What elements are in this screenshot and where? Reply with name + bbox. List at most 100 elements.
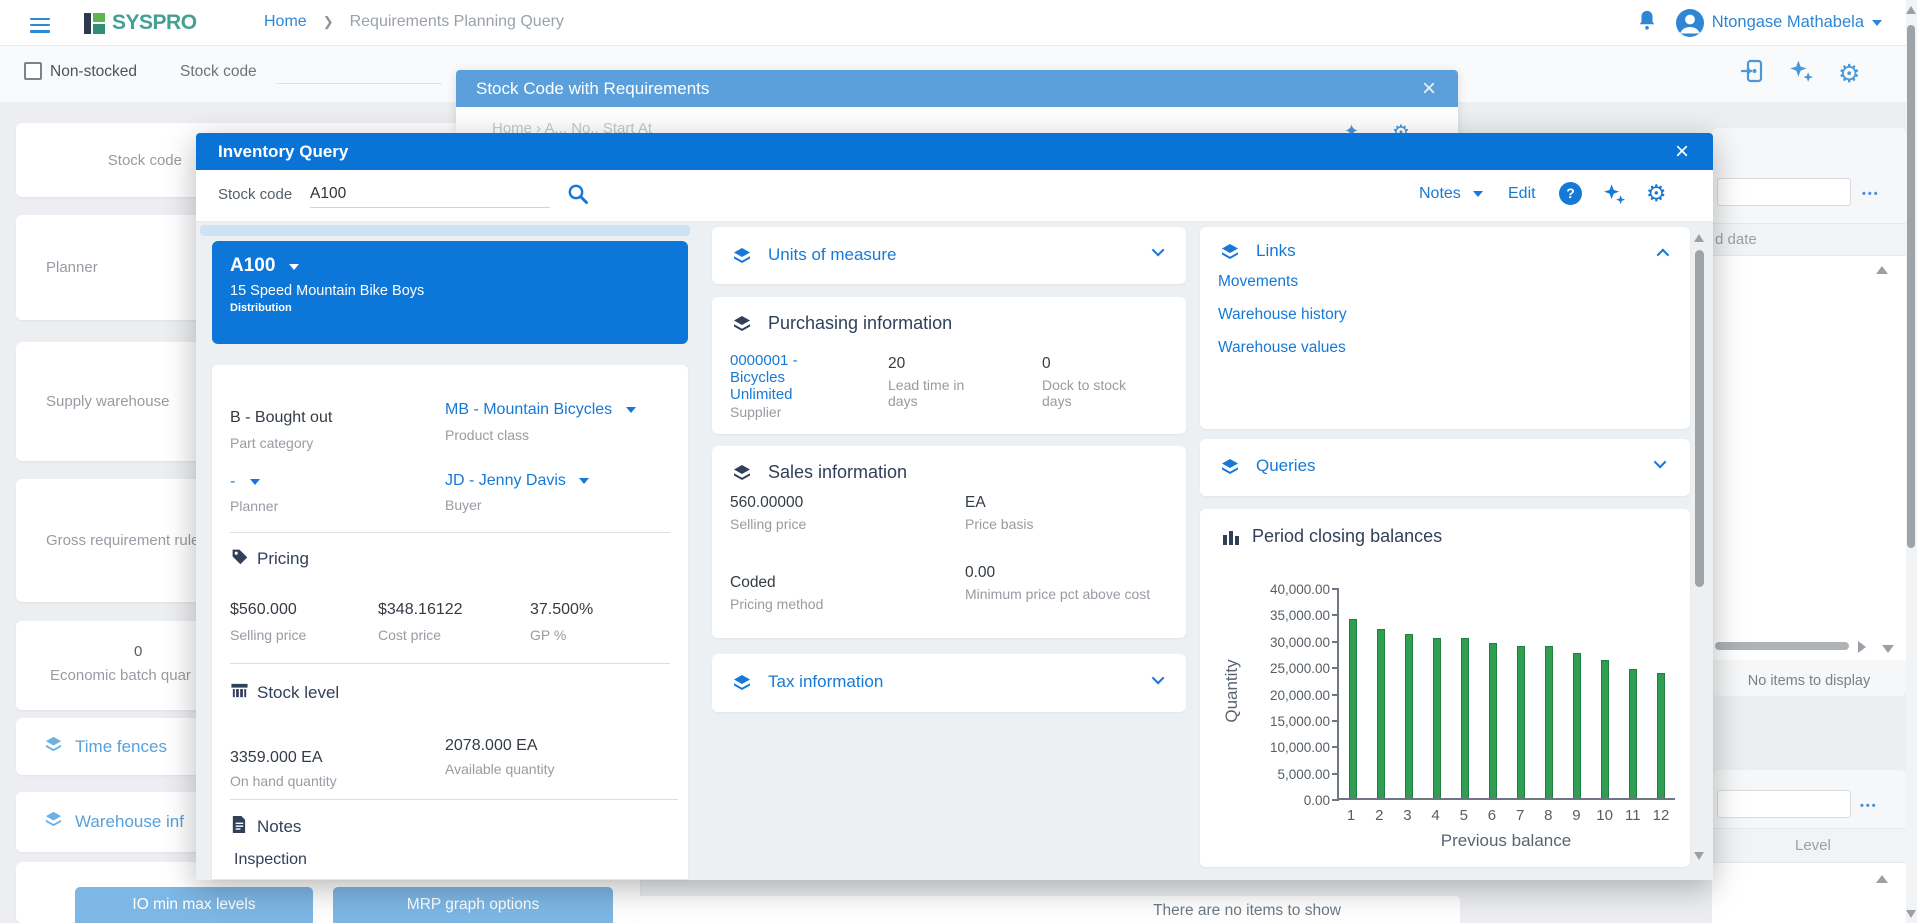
on-hand-qty-value: 3359.000 EA xyxy=(230,749,323,767)
search-icon[interactable] xyxy=(566,182,590,211)
purchasing-heading: Purchasing information xyxy=(768,313,952,334)
pricing-selling-label: Selling price xyxy=(230,627,306,643)
chart-x-tick-label: 5 xyxy=(1450,807,1478,824)
notes-item-inspection[interactable]: Inspection xyxy=(234,851,307,869)
units-of-measure-section[interactable]: Units of measure xyxy=(712,227,1186,284)
scrollbar-thumb[interactable] xyxy=(1907,25,1915,548)
scroll-down-icon[interactable] xyxy=(1882,645,1894,653)
chevron-right-icon: ❯ xyxy=(323,14,334,30)
app-root: SYSPRO Home ❯ Requirements Planning Quer… xyxy=(0,0,1917,923)
chart-bar xyxy=(1657,673,1665,798)
product-class-link[interactable]: MB - Mountain Bicycles xyxy=(445,401,612,418)
chart-bar xyxy=(1601,660,1609,798)
chart-heading: Period closing balances xyxy=(1252,526,1442,547)
avatar xyxy=(1676,9,1704,37)
chevron-up-icon[interactable] xyxy=(1657,249,1670,262)
right-grid-2-body xyxy=(1712,863,1906,923)
notes-menu[interactable]: Notes xyxy=(1419,185,1483,203)
bg-field-label: Gross requirement rule xyxy=(46,532,199,549)
tag-icon xyxy=(230,547,249,571)
right-grid-1-browse-button[interactable]: ••• xyxy=(1862,188,1880,200)
modal-titlebar[interactable]: Inventory Query × xyxy=(196,133,1713,170)
chart-bar xyxy=(1573,653,1581,798)
layers-icon xyxy=(732,314,752,339)
units-of-measure-heading: Units of measure xyxy=(768,245,897,265)
scroll-up-icon[interactable] xyxy=(1876,875,1888,883)
product-details-card: B - Bought out Part category MB - Mounta… xyxy=(212,365,688,879)
buyer-link[interactable]: JD - Jenny Davis xyxy=(445,472,566,489)
queries-section[interactable]: Queries xyxy=(1200,439,1690,496)
menu-icon[interactable] xyxy=(30,14,50,36)
chart-bar xyxy=(1377,629,1385,798)
tax-information-section[interactable]: Tax information xyxy=(712,654,1186,712)
right-grid-1-header-row: d date xyxy=(1712,223,1906,256)
modal-scrollbar[interactable] xyxy=(1694,222,1706,879)
notifications-bell-icon[interactable] xyxy=(1636,8,1658,37)
chart-y-tick-label: 10,000.00 xyxy=(1270,740,1330,755)
ai-sparkles-icon[interactable] xyxy=(1602,182,1626,211)
link-warehouse-history[interactable]: Warehouse history xyxy=(1218,306,1347,324)
bg-window: Stock Code with Requirements × Home › A.… xyxy=(456,70,1458,133)
right-grid-2-column-header: Level xyxy=(1795,837,1831,854)
ai-sparkles-icon[interactable] xyxy=(1788,58,1814,89)
mrp-graph-options-button[interactable]: MRP graph options xyxy=(333,887,613,923)
layers-icon xyxy=(44,810,63,834)
supplier-link[interactable]: 0000001 - Bicycles Unlimited xyxy=(730,352,834,403)
price-basis-value: EA xyxy=(965,494,986,512)
chart-y-tick-label: 20,000.00 xyxy=(1270,688,1330,703)
scroll-right-icon[interactable] xyxy=(1858,641,1866,653)
pricing-gp-value: 37.500% xyxy=(530,601,593,619)
chart-y-tick-label: 40,000.00 xyxy=(1270,582,1330,597)
right-grid-1-column-header: d date xyxy=(1715,231,1757,248)
link-movements[interactable]: Movements xyxy=(1218,273,1298,291)
queries-heading: Queries xyxy=(1256,456,1316,476)
chart-y-tick-mark xyxy=(1332,588,1339,590)
syspro-logo[interactable]: SYSPRO xyxy=(84,11,197,35)
scrollbar-up-icon[interactable] xyxy=(1906,6,1916,14)
chart-x-tick-label: 1 xyxy=(1337,807,1365,824)
mobile-settings-icon[interactable] xyxy=(1740,58,1764,89)
planner-link[interactable]: - xyxy=(230,473,235,490)
chart-bar-slot xyxy=(1535,589,1563,798)
edit-button[interactable]: Edit xyxy=(1508,185,1536,203)
modal-scroll-down-icon[interactable] xyxy=(1694,852,1704,860)
right-grid-2-input[interactable] xyxy=(1717,790,1851,818)
chart-y-tick-label: 15,000.00 xyxy=(1270,714,1330,729)
product-column-scroll-strip xyxy=(200,225,690,236)
right-grid-2-browse-button[interactable]: ••• xyxy=(1860,800,1878,812)
stock-code-label: Stock code xyxy=(180,63,257,81)
io-min-max-levels-button[interactable]: IO min max levels xyxy=(75,887,313,923)
modal-close-icon[interactable]: × xyxy=(1675,142,1689,162)
settings-gear-icon[interactable]: ⚙ xyxy=(1646,180,1667,207)
product-header-card[interactable]: A100 15 Speed Mountain Bike Boys Distrib… xyxy=(212,241,688,344)
right-grid-1-input[interactable] xyxy=(1717,178,1851,206)
breadcrumb-home-link[interactable]: Home xyxy=(264,13,307,31)
link-warehouse-values[interactable]: Warehouse values xyxy=(1218,339,1346,357)
chart-bar-slot xyxy=(1563,589,1591,798)
chart-bar-slot xyxy=(1451,589,1479,798)
modal-stock-code-input[interactable] xyxy=(310,180,550,208)
modal-scroll-up-icon[interactable] xyxy=(1694,234,1704,242)
page-scrollbar[interactable] xyxy=(1906,0,1917,923)
horizontal-scrollbar[interactable] xyxy=(1715,642,1849,650)
modal-scrollbar-thumb[interactable] xyxy=(1695,250,1704,587)
settings-gear-icon[interactable]: ⚙ xyxy=(1838,62,1860,86)
product-class-caret-icon xyxy=(626,407,636,413)
scroll-up-icon[interactable] xyxy=(1876,266,1888,274)
user-menu[interactable]: Ntongase Mathabela xyxy=(1676,9,1882,37)
help-glyph: ? xyxy=(1566,185,1575,201)
product-code: A100 xyxy=(230,255,275,276)
bg-window-close-icon[interactable]: × xyxy=(1422,79,1436,99)
chart-bar-slot xyxy=(1367,589,1395,798)
bg-field-label: Stock code xyxy=(32,152,182,169)
stock-code-underline-input[interactable] xyxy=(276,62,442,84)
pricing-cost-value: $348.16122 xyxy=(378,601,463,619)
pricing-selling-value: $560.000 xyxy=(230,601,297,619)
bg-window-titlebar[interactable]: Stock Code with Requirements × xyxy=(456,70,1458,107)
scrollbar-down-icon[interactable] xyxy=(1906,910,1916,918)
bg-window-title: Stock Code with Requirements xyxy=(476,79,709,99)
help-icon[interactable]: ? xyxy=(1559,182,1582,205)
buyer-caret-icon xyxy=(579,478,589,484)
bg-window-toolbar-sliver: Home › A... No.. Start At ✦ ⚙ xyxy=(456,107,1458,133)
non-stocked-checkbox[interactable] xyxy=(24,62,42,80)
